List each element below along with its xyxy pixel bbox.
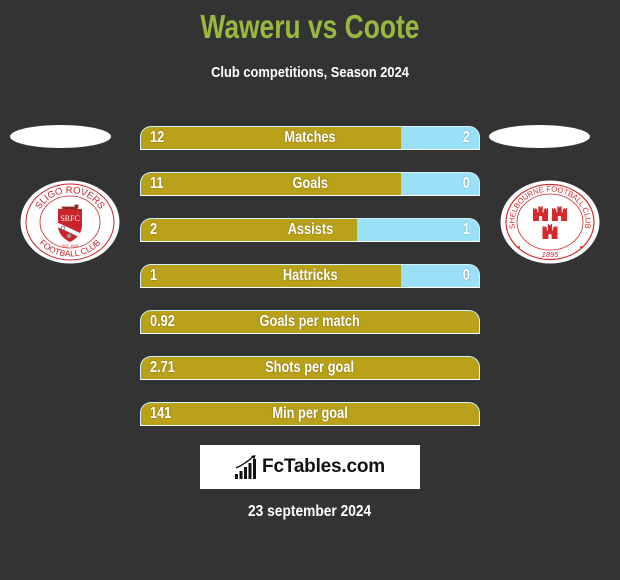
bar-chart-icon — [235, 455, 257, 479]
right-value: 1 — [462, 221, 470, 238]
logo-dot-right — [580, 246, 582, 248]
stat-label: Goals — [292, 175, 328, 192]
right-value: 2 — [462, 129, 470, 146]
right-value: 0 — [462, 175, 470, 192]
logo-dot-left — [518, 246, 520, 248]
page-subtitle-text: Club competitions, Season 2024 — [211, 64, 409, 81]
stat-label: Hattricks — [282, 267, 338, 284]
stat-row-min-per-goal: 141 Min per goal — [140, 402, 480, 426]
stat-row-goals-per-match: 0.92 Goals per match — [140, 310, 480, 334]
right-value: 0 — [462, 267, 470, 284]
stat-row-shots-per-goal: 2.71 Shots per goal — [140, 356, 480, 380]
stat-row-hattricks: 1 Hattricks 0 — [140, 264, 480, 288]
right-club-logo: SHELBOURNE FOOTBALL CLUB 1895 — [500, 180, 600, 264]
logo-est-text: EST. 1928 — [62, 244, 79, 248]
right-player-placeholder — [489, 125, 590, 148]
page-subtitle: Club competitions, Season 2024 — [0, 62, 620, 84]
logo-shield-text: SRFC — [60, 214, 80, 223]
stat-row-goals: 11 Goals 0 — [140, 172, 480, 196]
logo-year-text: 1895 — [542, 250, 560, 259]
stat-label: Assists — [287, 221, 333, 238]
left-player-placeholder — [10, 125, 111, 148]
stat-label: Min per goal — [272, 405, 348, 422]
page-title: Waweru vs Coote — [0, 6, 620, 48]
stat-label: Shots per goal — [265, 359, 355, 376]
stat-row-assists: 2 Assists 1 — [140, 218, 480, 242]
page-title-text: Waweru vs Coote — [200, 8, 420, 45]
stat-row-matches: 12 Matches 2 — [140, 126, 480, 150]
fctables-logo-link[interactable]: FcTables.com — [200, 445, 420, 489]
footer-date: 23 september 2024 — [0, 501, 620, 523]
stat-label: Goals per match — [259, 313, 361, 330]
left-club-logo: SLIGO ROVERS FOOTBALL CLUB SRFC EST. 192… — [20, 180, 120, 264]
football-icon — [60, 225, 66, 231]
footer-date-text: 23 september 2024 — [248, 503, 372, 520]
brand-name: FcTables.com — [262, 456, 385, 477]
stat-label: Matches — [284, 129, 336, 146]
crest-icon — [66, 233, 72, 239]
